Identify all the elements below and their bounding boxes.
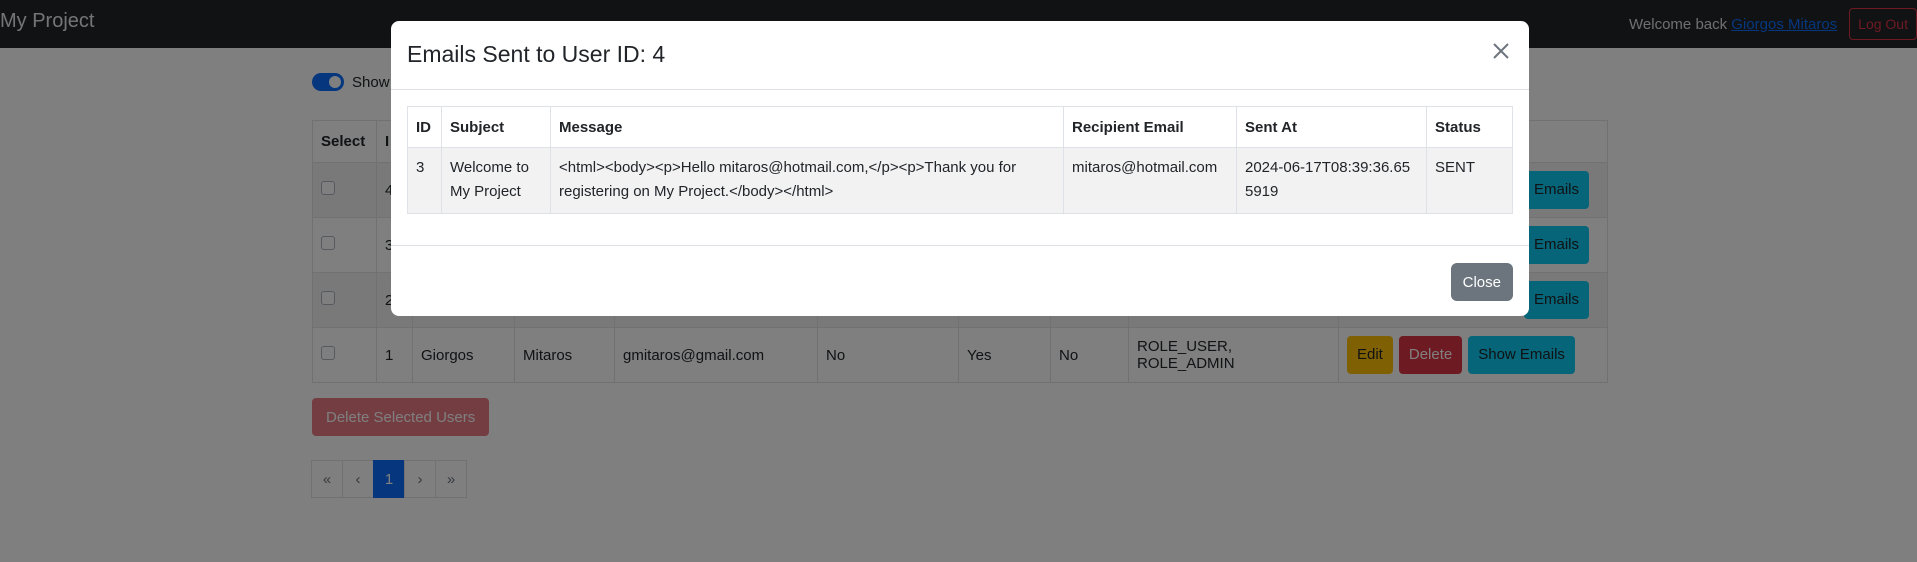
close-button[interactable]: Close	[1450, 263, 1513, 301]
modal-footer: Close	[391, 245, 1529, 316]
email-recipient: mitaros@hotmail.com	[1063, 147, 1237, 214]
emails-modal: Emails Sent to User ID: 4 ID Subject Mes…	[391, 21, 1529, 316]
col-sent-at: Sent At	[1236, 106, 1427, 148]
table-row: 3 Welcome to My Project <html><body><p>H…	[407, 147, 1513, 214]
modal-body: ID Subject Message Recipient Email Sent …	[407, 106, 1513, 214]
modal-header: Emails Sent to User ID: 4	[391, 21, 1529, 90]
emails-table-header: ID Subject Message Recipient Email Sent …	[407, 106, 1513, 148]
email-sent-at: 2024-06-17T08:39:36.655919	[1236, 147, 1427, 214]
col-recipient-email: Recipient Email	[1063, 106, 1237, 148]
emails-table: ID Subject Message Recipient Email Sent …	[407, 106, 1513, 214]
email-subject: Welcome to My Project	[441, 147, 551, 214]
col-email-id: ID	[407, 106, 442, 148]
col-subject: Subject	[441, 106, 551, 148]
email-id: 3	[407, 147, 442, 214]
email-status: SENT	[1426, 147, 1513, 214]
email-message: <html><body><p>Hello mitaros@hotmail.com…	[550, 147, 1064, 214]
col-status: Status	[1426, 106, 1513, 148]
modal-close-button[interactable]	[1489, 39, 1513, 63]
close-icon	[1493, 43, 1509, 59]
modal-title: Emails Sent to User ID: 4	[407, 41, 666, 67]
col-message: Message	[550, 106, 1064, 148]
